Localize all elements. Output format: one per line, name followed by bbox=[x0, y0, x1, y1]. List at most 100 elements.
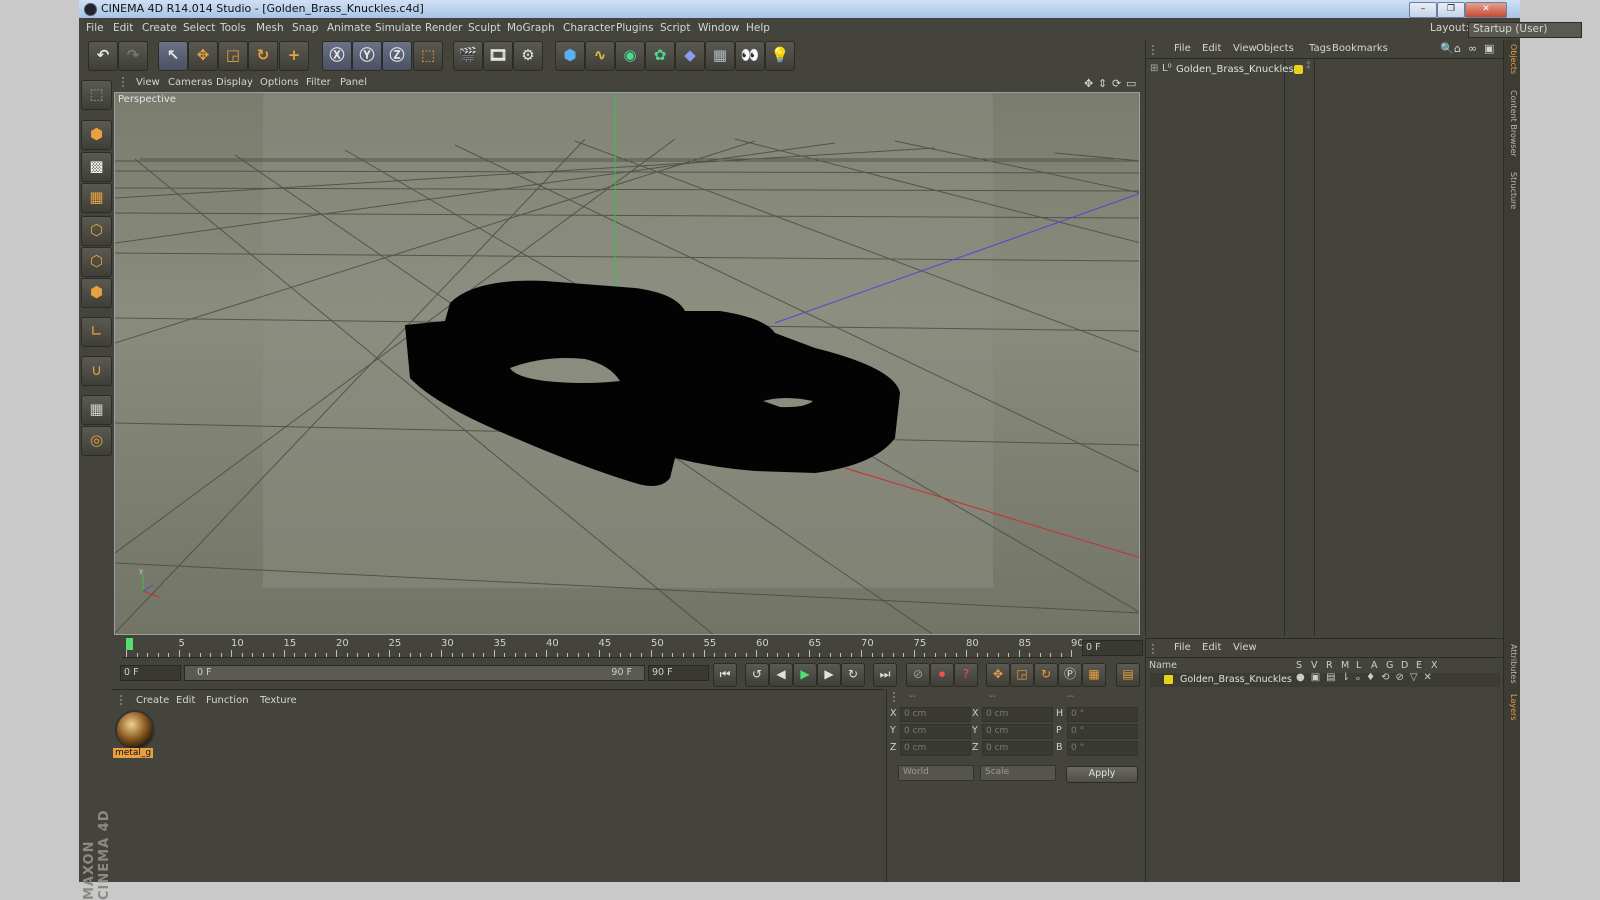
layer-menu-file[interactable]: File bbox=[1174, 642, 1191, 653]
viewport-maximize-icon[interactable]: ▭ bbox=[1126, 77, 1136, 90]
render-view-icon[interactable]: 🎬 bbox=[453, 41, 483, 71]
deformer-icon[interactable]: ◆ bbox=[675, 41, 705, 71]
rotate-icon[interactable]: ↻ bbox=[248, 41, 278, 71]
material-swatch[interactable] bbox=[115, 710, 155, 750]
layer-flag-header[interactable]: L bbox=[1356, 660, 1361, 671]
timeline-window-icon[interactable]: ▤ bbox=[1116, 663, 1140, 687]
key-scale-icon[interactable]: ◲ bbox=[1010, 663, 1034, 687]
camera-icon[interactable]: 👀 bbox=[735, 41, 765, 71]
minimize-button[interactable]: – bbox=[1409, 2, 1437, 18]
material-menu-texture[interactable]: Texture bbox=[260, 695, 297, 706]
planar-workplane-icon[interactable]: ◎ bbox=[81, 426, 112, 456]
tab-objects[interactable]: Objects bbox=[1505, 44, 1518, 82]
menu-simulate[interactable]: Simulate bbox=[375, 22, 421, 34]
maximize-button[interactable]: ❐ bbox=[1437, 2, 1465, 18]
menu-mesh[interactable]: Mesh bbox=[256, 22, 284, 34]
close-button[interactable]: ✕ bbox=[1465, 2, 1507, 18]
key-parameter-icon[interactable]: Ⓟ bbox=[1058, 663, 1082, 687]
timeline-ruler[interactable]: 051015202530354045505560657075808590 bbox=[122, 637, 1084, 658]
edges-mode-icon[interactable]: ⬡ bbox=[81, 247, 112, 277]
size-y-field[interactable]: 0 cm bbox=[982, 724, 1053, 739]
tab-layers[interactable]: Layers bbox=[1505, 694, 1518, 724]
material-name[interactable]: metal_g bbox=[113, 748, 154, 758]
z-axis-icon[interactable]: Ⓩ bbox=[382, 41, 412, 71]
key-position-icon[interactable]: ✥ bbox=[986, 663, 1010, 687]
layout-select[interactable]: Startup (User) bbox=[1468, 22, 1582, 38]
key-pla-icon[interactable]: ▦ bbox=[1082, 663, 1106, 687]
render-settings-icon[interactable]: ⚙ bbox=[513, 41, 543, 71]
tab-content-browser[interactable]: Content Browser bbox=[1505, 90, 1518, 162]
object-menu-edit[interactable]: Edit bbox=[1202, 43, 1221, 54]
perspective-viewport[interactable]: y Perspective bbox=[114, 92, 1140, 635]
expand-icon[interactable]: ⊞ bbox=[1150, 63, 1158, 74]
timeline[interactable]: 051015202530354045505560657075808590 0 F bbox=[112, 637, 1143, 659]
array-icon[interactable]: ✿ bbox=[645, 41, 675, 71]
search-icon[interactable]: 🔍 bbox=[1440, 42, 1454, 55]
move-icon[interactable]: ✥ bbox=[188, 41, 218, 71]
viewport-move-icon[interactable]: ✥ bbox=[1084, 77, 1093, 90]
viewport-menu-options[interactable]: Options bbox=[260, 77, 299, 88]
record-icon[interactable]: ⊘ bbox=[906, 663, 930, 687]
undo-icon[interactable]: ↶ bbox=[88, 41, 118, 71]
size-x-field[interactable]: 0 cm bbox=[982, 707, 1053, 722]
object-menu-file[interactable]: File bbox=[1174, 43, 1191, 54]
nurbs-icon[interactable]: ◉ bbox=[615, 41, 645, 71]
object-menu-bookmarks[interactable]: Bookmarks bbox=[1332, 43, 1388, 54]
position-z-field[interactable]: 0 cm bbox=[900, 741, 971, 756]
menu-file[interactable]: File bbox=[86, 22, 104, 34]
y-axis-icon[interactable]: Ⓨ bbox=[352, 41, 382, 71]
start-frame-field[interactable]: 0 F bbox=[120, 665, 181, 681]
layer-flag-header[interactable]: M bbox=[1341, 660, 1349, 671]
menu-render[interactable]: Render bbox=[425, 22, 462, 34]
next-frame-icon[interactable]: ▶ bbox=[817, 663, 841, 687]
layer-flag-header[interactable]: D bbox=[1401, 660, 1408, 671]
live-selection-icon[interactable]: ↖ bbox=[158, 41, 188, 71]
add-icon[interactable]: + bbox=[279, 41, 309, 71]
link-icon[interactable]: ∞ bbox=[1468, 42, 1477, 55]
make-editable-icon[interactable]: ⬚ bbox=[81, 80, 112, 110]
viewport-menu-filter[interactable]: Filter bbox=[306, 77, 331, 88]
layer-flag-header[interactable]: A bbox=[1371, 660, 1378, 671]
menu-window[interactable]: Window bbox=[698, 22, 739, 34]
keyframe-help-icon[interactable]: ? bbox=[954, 663, 978, 687]
menu-character[interactable]: Character bbox=[563, 22, 615, 34]
lock-workplane-icon[interactable]: ▦ bbox=[81, 395, 112, 425]
object-menu-objects[interactable]: Objects bbox=[1256, 43, 1294, 54]
layer-menu-edit[interactable]: Edit bbox=[1202, 642, 1221, 653]
next-key-icon[interactable]: ↻ bbox=[841, 663, 865, 687]
menu-tools[interactable]: Tools bbox=[220, 22, 246, 34]
material-menu-create[interactable]: Create bbox=[136, 695, 169, 706]
prev-frame-icon[interactable]: ◀ bbox=[769, 663, 793, 687]
render-picture-viewer-icon[interactable]: 🎞 bbox=[483, 41, 513, 71]
scale-icon[interactable]: ◲ bbox=[218, 41, 248, 71]
texture-mode-icon[interactable]: ▩ bbox=[81, 152, 112, 182]
size-mode-select[interactable]: Scale bbox=[980, 765, 1056, 781]
layer-flag-header[interactable]: V bbox=[1311, 660, 1318, 671]
viewport-rotate-icon[interactable]: ⟳ bbox=[1112, 77, 1121, 90]
apply-button[interactable]: Apply bbox=[1066, 766, 1138, 783]
menu-script[interactable]: Script bbox=[660, 22, 690, 34]
layer-flag-header[interactable]: X bbox=[1431, 660, 1438, 671]
menu-select[interactable]: Select bbox=[183, 22, 215, 34]
layer-flag-icons[interactable]: ●▣▤⇂ₒ♦⟲⊘▽✕ bbox=[1296, 672, 1438, 683]
playhead[interactable] bbox=[126, 638, 133, 650]
rotation-p-field[interactable]: 0 ° bbox=[1067, 724, 1138, 739]
viewport-menu-panel[interactable]: Panel bbox=[340, 77, 367, 88]
coordinate-mode-select[interactable]: World bbox=[898, 765, 974, 781]
object-menu-tags[interactable]: Tags bbox=[1309, 43, 1331, 54]
viewport-zoom-icon[interactable]: ⇕ bbox=[1098, 77, 1107, 90]
key-rotation-icon[interactable]: ↻ bbox=[1034, 663, 1058, 687]
new-window-icon[interactable]: ▣ bbox=[1484, 42, 1494, 55]
range-slider[interactable]: 0 F 90 F bbox=[184, 665, 645, 681]
rotation-b-field[interactable]: 0 ° bbox=[1067, 741, 1138, 756]
current-frame-field[interactable]: 0 F bbox=[1082, 640, 1143, 656]
material-menu-function[interactable]: Function bbox=[206, 695, 249, 706]
x-axis-icon[interactable]: Ⓧ bbox=[322, 41, 352, 71]
object-name[interactable]: Golden_Brass_Knuckles bbox=[1176, 64, 1294, 75]
menu-plugins[interactable]: Plugins bbox=[616, 22, 654, 34]
go-to-end-icon[interactable]: ⏭ bbox=[873, 663, 897, 687]
position-y-field[interactable]: 0 cm bbox=[900, 724, 971, 739]
spline-icon[interactable]: ∿ bbox=[585, 41, 615, 71]
size-z-field[interactable]: 0 cm bbox=[982, 741, 1053, 756]
menu-mograph[interactable]: MoGraph bbox=[507, 22, 555, 34]
